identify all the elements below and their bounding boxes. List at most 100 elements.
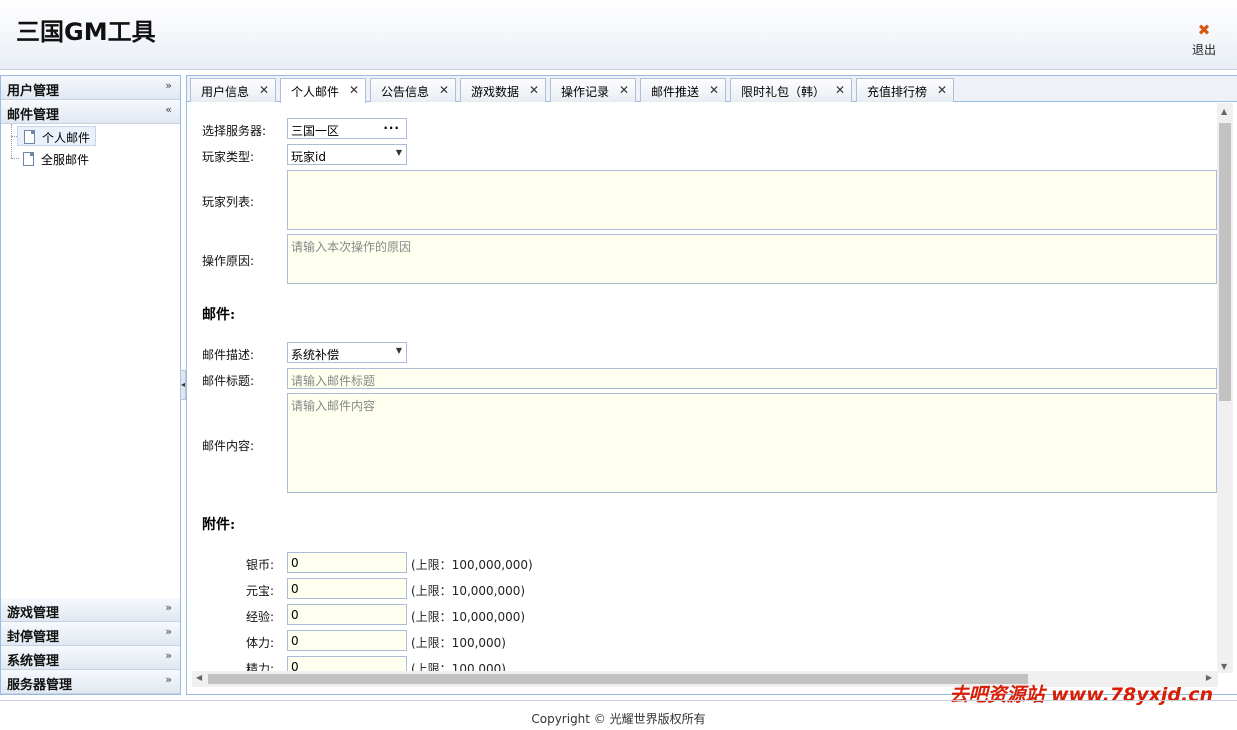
player-list-textarea[interactable] [287, 170, 1217, 230]
close-icon[interactable]: ✕ [835, 83, 845, 97]
mail-title-label: 邮件标题: [202, 374, 255, 388]
more-icon[interactable]: ··· [383, 121, 400, 135]
player-list-label: 玩家列表: [202, 195, 255, 209]
reason-textarea[interactable]: 请输入本次操作的原因 [287, 234, 1217, 284]
tree-item-personal-mail[interactable]: 个人邮件 [17, 126, 97, 146]
tab-mail-push[interactable]: 邮件推送 ✕ [640, 78, 726, 102]
sidebar-item-label: 游戏管理 [7, 606, 60, 621]
attachment-label: 经验: [246, 610, 275, 624]
tree-connector [11, 124, 12, 158]
mail-content-textarea[interactable]: 请输入邮件内容 [287, 393, 1217, 493]
close-icon[interactable]: ✕ [937, 83, 947, 97]
chevron-down-icon[interactable]: » [165, 625, 172, 638]
arrow-down-icon[interactable]: ▼ [396, 346, 402, 355]
mail-desc-select[interactable]: 系统补偿 ▼ [287, 342, 407, 363]
chevron-up-icon[interactable]: « [165, 103, 172, 116]
mail-tree: 个人邮件 全服邮件 [1, 124, 180, 598]
tab-recharge-ranking[interactable]: 充值排行榜 ✕ [856, 78, 954, 102]
player-type-label: 玩家类型: [202, 150, 255, 164]
sidebar-item-system-mgmt[interactable]: 系统管理 » [1, 646, 180, 670]
document-icon [23, 152, 34, 166]
sidebar-item-user-mgmt[interactable]: 用户管理 » [1, 76, 180, 100]
logout-label: 退出 [1191, 43, 1216, 57]
close-icon[interactable]: ✕ [349, 83, 359, 97]
mail-content-placeholder: 请输入邮件内容 [291, 399, 376, 413]
mail-desc-label: 邮件描述: [202, 348, 255, 362]
scroll-up-icon[interactable]: ▲ [1221, 107, 1227, 116]
close-icon[interactable]: ✕ [619, 83, 629, 97]
attachment-limit: (上限：100,000,000) [411, 558, 533, 572]
attachment-value: 0 [291, 634, 299, 648]
tab-label: 公告信息 [381, 85, 430, 99]
player-type-select[interactable]: 玩家id ▼ [287, 144, 407, 165]
sidebar-item-label: 邮件管理 [7, 108, 60, 123]
close-icon[interactable]: ✕ [529, 83, 539, 97]
sidebar-item-label: 系统管理 [7, 654, 60, 669]
main-panel: 用户信息 ✕ 个人邮件 ✕ 公告信息 ✕ 游戏数据 ✕ 操作记录 ✕ 邮件推送 … [186, 75, 1237, 695]
header: 三国GM工具 ✖ 退出 [0, 0, 1237, 70]
sidebar-accordion: 用户管理 » 邮件管理 « 个人邮件 全服邮件 游戏管理 » 封停管理 » 系统… [0, 75, 181, 695]
scroll-left-icon[interactable]: ◀ [196, 673, 202, 682]
stamina-input[interactable]: 0 [287, 630, 407, 651]
mail-desc-value: 系统补偿 [291, 348, 340, 362]
vertical-scrollbar[interactable]: ▲ ▼ [1217, 103, 1233, 673]
tab-game-data[interactable]: 游戏数据 ✕ [460, 78, 546, 102]
copyright-text: Copyright © 光耀世界版权所有 [531, 712, 706, 726]
tab-label: 充值排行榜 [867, 85, 928, 99]
close-icon[interactable]: ✕ [259, 83, 269, 97]
mail-title-input[interactable]: 请输入邮件标题 [287, 368, 1217, 389]
attachment-limit: (上限：10,000,000) [411, 610, 526, 624]
tree-item-global-mail[interactable]: 全服邮件 [17, 149, 94, 169]
chevron-down-icon[interactable]: » [165, 79, 172, 92]
sidebar-item-label: 服务器管理 [7, 678, 73, 693]
scroll-down-icon[interactable]: ▼ [1221, 662, 1227, 671]
arrow-down-icon[interactable]: ▼ [396, 148, 402, 157]
sidebar-item-game-mgmt[interactable]: 游戏管理 » [1, 598, 180, 622]
tab-operation-log[interactable]: 操作记录 ✕ [550, 78, 636, 102]
app-window: 三国GM工具 ✖ 退出 用户管理 » 邮件管理 « 个人邮件 全服邮件 游戏管理… [0, 0, 1237, 730]
scrollbar-thumb[interactable] [1219, 123, 1231, 401]
sidebar-item-label: 封停管理 [7, 630, 60, 645]
sidebar-item-mail-mgmt[interactable]: 邮件管理 « [1, 100, 180, 124]
reason-placeholder: 请输入本次操作的原因 [291, 240, 412, 254]
attachment-label: 元宝: [246, 584, 275, 598]
attachment-limit: (上限：100,000) [411, 636, 506, 650]
sidebar-item-ban-mgmt[interactable]: 封停管理 » [1, 622, 180, 646]
tab-bar: 用户信息 ✕ 个人邮件 ✕ 公告信息 ✕ 游戏数据 ✕ 操作记录 ✕ 邮件推送 … [187, 76, 1237, 103]
tab-label: 邮件推送 [651, 85, 700, 99]
close-icon[interactable]: ✕ [709, 83, 719, 97]
tree-item-label: 全服邮件 [41, 153, 90, 167]
tab-label: 用户信息 [201, 85, 250, 99]
sidebar-item-server-mgmt[interactable]: 服务器管理 » [1, 670, 180, 694]
tab-user-info[interactable]: 用户信息 ✕ [190, 78, 276, 102]
attachment-value: 0 [291, 608, 299, 622]
tab-label: 限时礼包（韩） [741, 85, 826, 99]
attachment-label: 银币: [246, 558, 275, 572]
chevron-down-icon[interactable]: » [165, 649, 172, 662]
attachment-value: 0 [291, 556, 299, 570]
chevron-down-icon[interactable]: » [165, 673, 172, 686]
attachment-section-title: 附件: [202, 517, 236, 533]
logout-button[interactable]: ✖ 退出 [1189, 22, 1219, 58]
yuanbao-input[interactable]: 0 [287, 578, 407, 599]
tab-label: 个人邮件 [291, 85, 340, 99]
tab-personal-mail[interactable]: 个人邮件 ✕ [280, 78, 366, 103]
mail-content-label: 邮件内容: [202, 439, 255, 453]
chevron-down-icon[interactable]: » [165, 601, 172, 614]
tab-label: 操作记录 [561, 85, 610, 99]
server-label: 选择服务器: [202, 124, 267, 138]
tab-limited-gift[interactable]: 限时礼包（韩） ✕ [730, 78, 852, 102]
server-select[interactable]: 三国一区 ··· [287, 118, 407, 139]
tree-item-label: 个人邮件 [42, 131, 91, 145]
reason-label: 操作原因: [202, 254, 255, 268]
scrollbar-thumb[interactable] [208, 674, 1028, 684]
exp-input[interactable]: 0 [287, 604, 407, 625]
attachment-limit: (上限：10,000,000) [411, 584, 526, 598]
tab-label: 游戏数据 [471, 85, 520, 99]
silver-input[interactable]: 0 [287, 552, 407, 573]
mail-title-placeholder: 请输入邮件标题 [291, 374, 376, 388]
tab-announcement[interactable]: 公告信息 ✕ [370, 78, 456, 102]
close-icon[interactable]: ✕ [439, 83, 449, 97]
document-icon [24, 130, 35, 144]
close-icon[interactable]: ✖ [1189, 22, 1219, 38]
